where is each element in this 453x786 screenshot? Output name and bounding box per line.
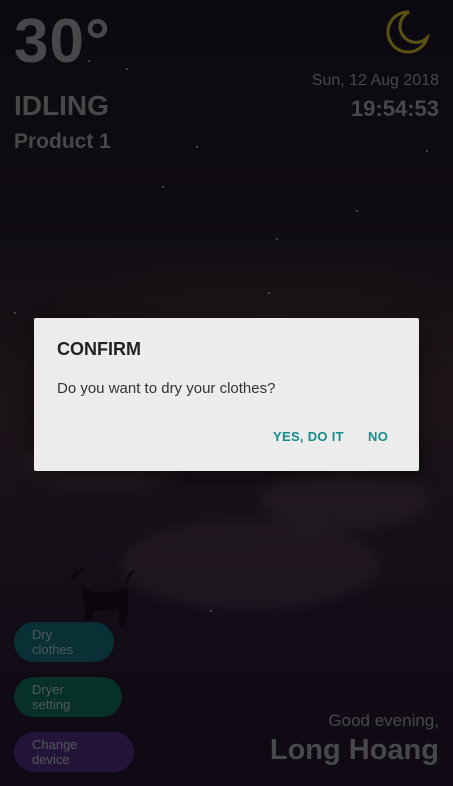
confirm-no-button[interactable]: NO xyxy=(368,429,388,444)
dialog-message: Do you want to dry your clothes? xyxy=(57,380,276,397)
confirm-dialog: CONFIRM Do you want to dry your clothes?… xyxy=(34,318,419,471)
dialog-title: CONFIRM xyxy=(57,339,141,359)
confirm-yes-button[interactable]: YES, DO IT xyxy=(273,429,344,444)
